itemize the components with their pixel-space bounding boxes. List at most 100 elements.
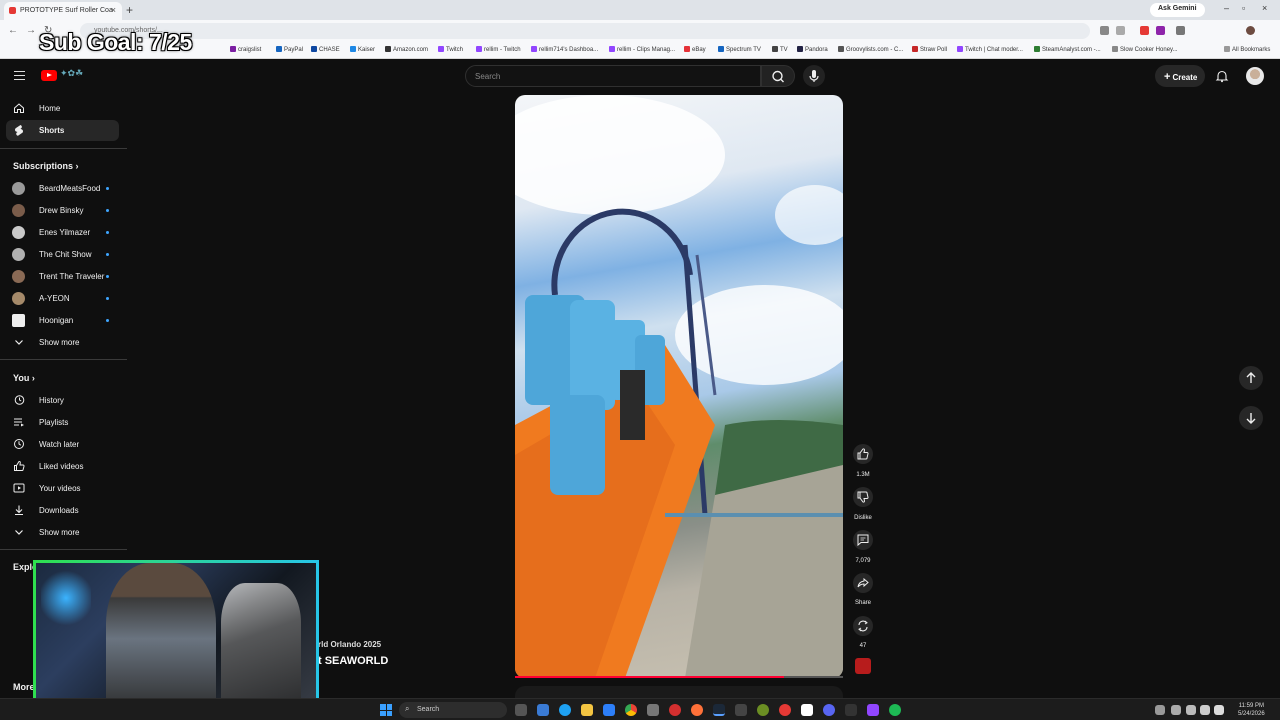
bookmark[interactable]: Kaiser [350,46,375,53]
youtube-logo[interactable] [41,70,57,81]
create-button[interactable]: + Create [1155,65,1205,87]
subscriptions-heading[interactable]: Subscriptions › [13,161,79,171]
app-icon[interactable] [867,704,879,716]
sidebar-item-history[interactable]: History [6,390,119,411]
bookmark[interactable]: Twitch | Chat moder... [957,46,1023,53]
voice-search-button[interactable] [803,65,825,87]
bookmark[interactable]: PayPal [276,46,303,53]
sidebar-item-your-videos[interactable]: Your videos [6,478,119,499]
zoom-icon[interactable] [1116,26,1125,35]
app-icon[interactable] [845,704,857,716]
dislike-button[interactable] [853,487,873,507]
taskbar-clock[interactable]: 11:59 PM 5/24/2026 [1238,702,1265,718]
shorts-video-player[interactable] [515,95,843,678]
account-avatar[interactable] [1246,67,1264,85]
sidebar-item-watch-later[interactable]: Watch later [6,434,119,455]
previous-short-button[interactable] [1239,366,1263,390]
steam-icon[interactable] [713,704,725,716]
app-icon[interactable] [801,704,813,716]
extensions-puzzle-icon[interactable] [1176,26,1185,35]
like-button[interactable] [853,444,873,464]
comments-button[interactable] [853,530,873,550]
browser-tab[interactable]: PROTOTYPE Surf Roller Coa × [4,2,122,20]
tray-icon[interactable] [1155,705,1165,715]
sidebar-item-playlists[interactable]: Playlists [6,412,119,433]
ask-gemini-button[interactable]: Ask Gemini [1150,3,1205,17]
app-icon[interactable] [735,704,747,716]
create-label: Create [1172,73,1198,82]
translate-icon[interactable] [1100,26,1109,35]
bookmark[interactable]: eBay [684,46,706,53]
back-icon[interactable]: ← [8,25,18,36]
edge-icon[interactable] [559,704,571,716]
tray-icon[interactable] [1171,705,1181,715]
remix-button[interactable] [853,616,873,636]
search-input[interactable]: Search [465,65,761,87]
show-more-you[interactable]: Show more [6,522,119,543]
all-bookmarks[interactable]: All Bookmarks [1224,46,1270,53]
maximize-icon[interactable]: ▫ [1242,3,1245,13]
menu-icon[interactable] [14,71,25,80]
windows-start-button[interactable] [380,704,392,716]
next-short-button[interactable] [1239,406,1263,430]
video-progress-bar[interactable] [515,676,843,678]
sidebar-item-subscription[interactable]: BeardMeatsFood [6,178,119,199]
new-tab-button[interactable]: + [126,3,133,17]
notifications-bell-icon[interactable] [1215,69,1229,83]
task-view-icon[interactable] [515,704,527,716]
close-window-icon[interactable]: × [1262,3,1267,13]
share-label: Share [854,600,871,606]
store-icon[interactable] [603,704,615,716]
sidebar-item-subscription[interactable]: Hoonigan [6,310,119,331]
sidebar-item-shorts[interactable]: Shorts [6,120,119,141]
discord-icon[interactable] [823,704,835,716]
sidebar-item-subscription[interactable]: Trent The Traveler [6,266,119,287]
sidebar-item-subscription[interactable]: A-YEON [6,288,119,309]
sidebar-item-downloads[interactable]: Downloads [6,500,119,521]
bookmark[interactable]: Amazon.com [385,46,428,53]
chrome-icon[interactable] [625,704,637,716]
bookmark[interactable]: rellim714's Dashboa... [531,46,598,53]
profile-icon[interactable] [1246,26,1255,35]
search-button[interactable] [761,65,795,87]
bookmark[interactable]: CHASE [311,46,340,53]
widgets-icon[interactable] [537,704,549,716]
you-heading[interactable]: You › [13,373,35,383]
bookmark[interactable]: craigslist [230,46,261,53]
sidebar-item-home[interactable]: Home [6,98,119,119]
battery-icon[interactable] [1214,705,1224,715]
file-explorer-icon[interactable] [581,704,593,716]
bookmark[interactable]: Slow Cooker Honey... [1112,46,1178,53]
sidebar-item-liked-videos[interactable]: Liked videos [6,456,119,477]
forward-icon[interactable]: → [26,25,36,36]
spotify-icon[interactable] [889,704,901,716]
close-tab-icon[interactable]: × [111,5,116,15]
address-bar[interactable]: youtube.com/shorts/... [80,23,1090,39]
bookmark[interactable]: rellim - Twitch [476,46,521,53]
app-icon[interactable] [647,704,659,716]
bookmark[interactable]: Straw Poll [912,46,947,53]
firefox-icon[interactable] [691,704,703,716]
share-button[interactable] [853,573,873,593]
bookmark[interactable]: TV [772,46,788,53]
app-icon[interactable] [669,704,681,716]
bookmark[interactable]: Spectrum TV [718,46,761,53]
sidebar-item-subscription[interactable]: Drew Binsky [6,200,119,221]
bookmark[interactable]: Twitch [438,46,463,53]
minimize-icon[interactable]: – [1224,3,1229,13]
bookmark[interactable]: Groovylists.com - C... [838,46,903,53]
show-more-subscriptions[interactable]: Show more [6,332,119,353]
volume-icon[interactable] [1200,705,1210,715]
bookmark[interactable]: SteamAnalyst.com -... [1034,46,1101,53]
extension-icon[interactable] [1156,26,1165,35]
bookmark[interactable]: Pandora [797,46,828,53]
extension-icon[interactable] [1140,26,1149,35]
bookmark[interactable]: rellim - Clips Manag... [609,46,675,53]
channel-thumbnail[interactable] [855,658,871,674]
network-icon[interactable] [1186,705,1196,715]
app-icon[interactable] [779,704,791,716]
app-icon[interactable] [757,704,769,716]
sidebar-item-subscription[interactable]: Enes Yilmazer [6,222,119,243]
sidebar-item-subscription[interactable]: The Chit Show [6,244,119,265]
taskbar-search[interactable]: ⌕ Search [399,702,507,718]
